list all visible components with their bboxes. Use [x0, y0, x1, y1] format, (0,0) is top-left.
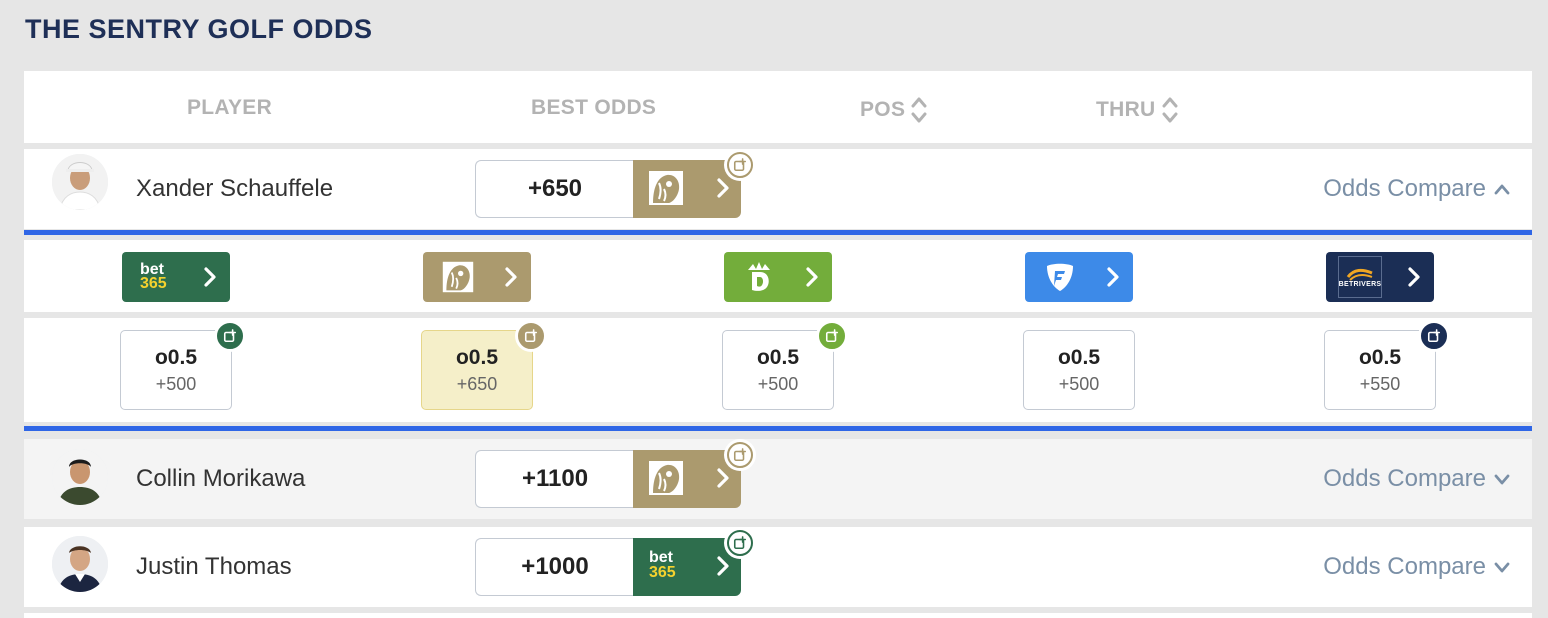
prop-line: o0.5	[756, 345, 800, 369]
chevron-down-icon	[1494, 474, 1510, 485]
odds-compare-toggle[interactable]: Odds Compare	[1323, 465, 1510, 493]
expanded-divider-top	[24, 230, 1532, 235]
odds-compare-toggle[interactable]: Odds Compare	[1323, 553, 1510, 581]
add-bet-button[interactable]	[214, 320, 246, 352]
avatar	[52, 449, 108, 505]
column-header-best-odds: BEST ODDS	[531, 96, 657, 119]
draftkings-button[interactable]	[724, 252, 832, 302]
sort-icon[interactable]	[911, 96, 927, 124]
player-name: Xander Schauffele	[136, 175, 334, 202]
prop-odds-card-fanduel[interactable]: o0.5 +500	[1023, 330, 1135, 410]
column-header-pos[interactable]: POS	[860, 96, 927, 124]
add-bet-button[interactable]	[515, 320, 547, 352]
column-header-player: PLAYER	[187, 96, 273, 119]
add-to-betslip-icon	[1427, 329, 1441, 343]
player-row: Xander Schauffele +650 Odds Compare	[24, 149, 1532, 229]
betmgm-logo-icon	[441, 260, 475, 294]
prop-odds: +500	[155, 373, 197, 394]
avatar	[52, 536, 108, 592]
prop-odds: +650	[456, 373, 498, 394]
chevron-right-icon	[717, 556, 729, 576]
bet365-button[interactable]: bet 365	[122, 252, 230, 302]
add-bet-button[interactable]	[724, 527, 756, 559]
add-bet-button[interactable]	[1418, 320, 1450, 352]
betmgm-button[interactable]	[423, 252, 531, 302]
player-row: Justin Thomas +1000 bet 365 Odds Compare	[24, 527, 1532, 607]
column-header-pos-label: POS	[860, 98, 906, 121]
avatar	[52, 154, 108, 210]
player-row	[24, 613, 1532, 618]
add-to-betslip-icon	[733, 448, 747, 462]
odds-compare-label: Odds Compare	[1323, 465, 1486, 492]
add-to-betslip-icon	[733, 158, 747, 172]
player-name: Justin Thomas	[136, 553, 292, 580]
column-header-thru[interactable]: THRU	[1096, 96, 1178, 124]
chevron-down-icon	[1494, 562, 1510, 573]
chevron-right-icon	[717, 178, 729, 198]
add-bet-button[interactable]	[724, 439, 756, 471]
prop-line: o0.5	[455, 345, 499, 369]
prop-line: o0.5	[154, 345, 198, 369]
odds-compare-label: Odds Compare	[1323, 175, 1486, 202]
add-bet-button[interactable]	[724, 149, 756, 181]
chevron-right-icon	[1107, 267, 1119, 287]
bet365-logo-icon: bet 365	[649, 549, 676, 581]
best-odds-value[interactable]: +650	[475, 160, 634, 218]
betrivers-logo-icon: BETRIVERS	[1338, 256, 1382, 298]
add-to-betslip-icon	[733, 536, 747, 550]
bet365-logo-icon: bet 365	[140, 261, 167, 292]
sort-icon[interactable]	[1162, 96, 1178, 124]
page-title: THE SENTRY GOLF ODDS	[25, 14, 373, 44]
prop-line: o0.5	[1057, 345, 1101, 369]
prop-odds: +500	[1058, 373, 1100, 394]
prop-line: o0.5	[1358, 345, 1402, 369]
prop-odds: +500	[757, 373, 799, 394]
odds-compare-label: Odds Compare	[1323, 553, 1486, 580]
chevron-up-icon	[1494, 184, 1510, 195]
betmgm-logo-icon	[647, 459, 685, 497]
add-bet-button[interactable]	[816, 320, 848, 352]
chevron-right-icon	[204, 267, 216, 287]
betmgm-logo-icon	[647, 169, 685, 207]
betrivers-button[interactable]: BETRIVERS	[1326, 252, 1434, 302]
expanded-divider-bottom	[24, 426, 1532, 431]
chevron-right-icon	[1408, 267, 1420, 287]
table-header: PLAYER BEST ODDS POS THRU	[24, 71, 1532, 143]
odds-compare-toggle[interactable]: Odds Compare	[1323, 175, 1510, 203]
prop-odds-row: o0.5 +500 o0.5 +650 o0.5 +500 o0.5 +500 …	[24, 318, 1532, 422]
best-odds-value[interactable]: +1000	[475, 538, 634, 596]
column-header-thru-label: THRU	[1096, 98, 1156, 121]
fanduel-logo-icon	[1047, 263, 1073, 291]
add-to-betslip-icon	[223, 329, 237, 343]
draftkings-logo-icon	[748, 262, 770, 291]
player-name: Collin Morikawa	[136, 465, 306, 492]
add-to-betslip-icon	[825, 329, 839, 343]
prop-odds: +550	[1359, 373, 1401, 394]
chevron-right-icon	[717, 468, 729, 488]
add-to-betslip-icon	[524, 329, 538, 343]
chevron-right-icon	[806, 267, 818, 287]
chevron-right-icon	[505, 267, 517, 287]
player-row: Collin Morikawa +1100 Odds Compare	[24, 439, 1532, 519]
best-odds-value[interactable]: +1100	[475, 450, 634, 508]
sportsbook-logo-row: bet 365 BETRIVERS	[24, 240, 1532, 312]
fanduel-button[interactable]	[1025, 252, 1133, 302]
